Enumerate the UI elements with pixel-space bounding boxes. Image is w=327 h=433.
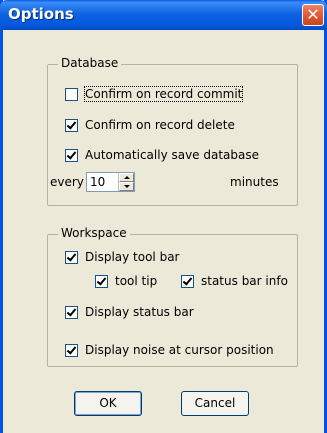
cancel-button[interactable]: Cancel <box>181 391 249 416</box>
confirm-commit-checkbox[interactable] <box>65 87 78 101</box>
display-toolbar-row[interactable]: Display tool bar <box>65 250 180 264</box>
interval-value[interactable]: 10 <box>90 175 105 189</box>
confirm-commit-row[interactable]: Confirm on record commit <box>65 86 244 102</box>
status-bar-info-checkbox[interactable] <box>181 274 194 288</box>
status-bar-info-label: status bar info <box>201 274 288 288</box>
every-label: every <box>50 175 84 189</box>
minutes-label: minutes <box>230 175 279 189</box>
display-noise-row[interactable]: Display noise at cursor position <box>65 343 274 357</box>
spinner-buttons[interactable] <box>118 173 134 191</box>
spin-up-icon[interactable] <box>119 173 134 182</box>
ok-button[interactable]: OK <box>74 391 142 416</box>
tool-tip-label: tool tip <box>115 274 158 288</box>
confirm-commit-label: Confirm on record commit <box>83 86 244 102</box>
auto-save-row[interactable]: Automatically save database <box>65 148 259 162</box>
display-status-bar-row[interactable]: Display status bar <box>65 305 194 319</box>
display-status-bar-checkbox[interactable] <box>65 305 78 319</box>
database-group-label: Database <box>58 56 122 70</box>
close-icon[interactable]: ✕ <box>302 4 324 26</box>
display-noise-label: Display noise at cursor position <box>85 343 274 357</box>
confirm-delete-checkbox[interactable] <box>65 118 78 132</box>
auto-save-label: Automatically save database <box>85 148 260 162</box>
tool-tip-checkbox[interactable] <box>95 274 108 288</box>
display-toolbar-label: Display tool bar <box>85 250 180 264</box>
window-title: Options <box>8 5 74 23</box>
options-dialog: Options ✕ Database Confirm on record com… <box>0 0 327 433</box>
auto-save-checkbox[interactable] <box>65 148 78 162</box>
display-toolbar-checkbox[interactable] <box>65 250 78 264</box>
interval-spinner[interactable]: 10 <box>86 172 135 192</box>
confirm-delete-label: Confirm on record delete <box>85 118 235 132</box>
display-noise-checkbox[interactable] <box>65 343 78 357</box>
status-bar-info-row[interactable]: status bar info <box>181 274 288 288</box>
tool-tip-row[interactable]: tool tip <box>95 274 157 288</box>
workspace-group-label: Workspace <box>58 226 130 240</box>
title-bar[interactable]: Options ✕ <box>0 0 327 30</box>
spin-down-icon[interactable] <box>119 182 134 191</box>
confirm-delete-row[interactable]: Confirm on record delete <box>65 118 235 132</box>
display-status-bar-label: Display status bar <box>85 305 194 319</box>
